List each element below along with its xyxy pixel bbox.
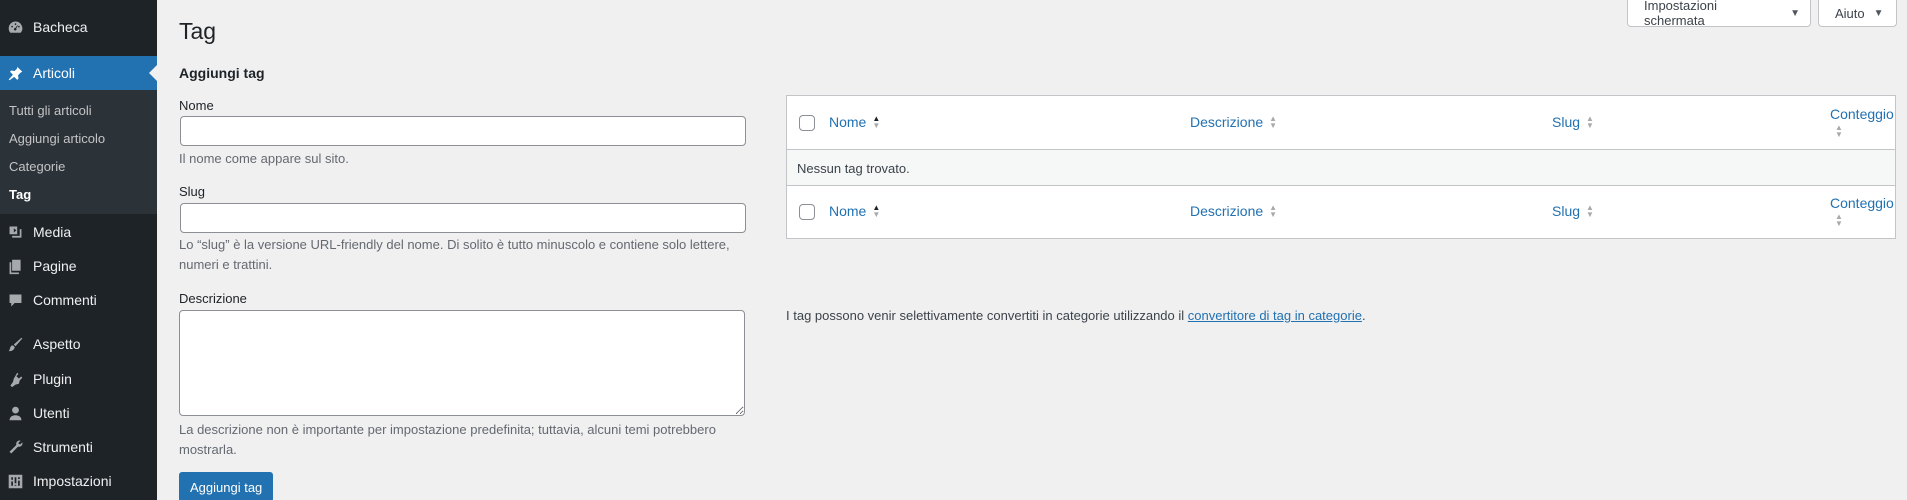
plugin-icon	[6, 370, 24, 388]
description-help-text: La descrizione non è importante per impo…	[179, 422, 716, 457]
articoli-submenu: Tutti gli articoli Aggiungi articolo Cat…	[0, 90, 157, 214]
menu-label: Commenti	[33, 292, 97, 308]
sort-arrows-icon: ▲ ▼	[1269, 203, 1278, 219]
table-row: Nessun tag trovato.	[787, 150, 1895, 186]
slug-help-text: Lo “slug” è la versione URL-friendly del…	[179, 237, 730, 272]
column-conteggio[interactable]: Conteggio ▲ ▼	[1830, 106, 1894, 139]
converter-note: I tag possono venir selettivamente conve…	[786, 308, 1366, 323]
column-label: Conteggio	[1830, 195, 1894, 211]
menu-label: Pagine	[33, 258, 77, 274]
column-label: Nome	[829, 114, 867, 130]
dashboard-icon	[6, 18, 24, 36]
column-label: Descrizione	[1190, 203, 1264, 219]
column-label: Descrizione	[1190, 114, 1264, 130]
users-icon	[6, 404, 24, 422]
column-label: Nome	[829, 203, 867, 219]
column-conteggio-footer[interactable]: Conteggio ▲ ▼	[1830, 195, 1894, 228]
column-slug[interactable]: Slug ▲ ▼	[1552, 114, 1594, 130]
slug-input[interactable]	[180, 203, 746, 233]
menu-label: Utenti	[33, 405, 70, 421]
sort-arrows-icon: ▲ ▼	[1835, 123, 1843, 139]
converter-link[interactable]: convertitore di tag in categorie	[1188, 308, 1362, 323]
column-label: Slug	[1552, 114, 1581, 130]
menu-label: Impostazioni	[33, 473, 112, 489]
column-slug-footer[interactable]: Slug ▲ ▼	[1552, 203, 1594, 219]
menu-item-utenti[interactable]: Utenti	[0, 396, 157, 430]
menu-item-strumenti[interactable]: Strumenti	[0, 430, 157, 464]
comments-icon	[6, 291, 24, 309]
form-title: Aggiungi tag	[179, 65, 265, 81]
caret-down-icon: ▼	[1873, 7, 1884, 19]
column-label: Slug	[1552, 203, 1581, 219]
help-label: Aiuto	[1835, 5, 1865, 21]
wrench-icon	[6, 438, 24, 456]
column-label: Conteggio	[1830, 106, 1894, 122]
description-label: Descrizione	[179, 291, 247, 306]
tags-table: Nome ▲ ▼ Descrizione ▲ ▼ Slug ▲ ▼ Conteggio…	[786, 95, 1896, 239]
column-descrizione-footer[interactable]: Descrizione ▲ ▼	[1190, 203, 1277, 219]
table-header-row: Nome ▲ ▼ Descrizione ▲ ▼ Slug ▲ ▼ Conteggio…	[787, 96, 1895, 150]
page-title: Tag	[179, 18, 217, 44]
menu-item-bacheca[interactable]: Bacheca	[0, 10, 157, 44]
name-input[interactable]	[180, 116, 746, 146]
select-all-checkbox[interactable]	[799, 115, 815, 131]
menu-item-impostazioni[interactable]: Impostazioni	[0, 464, 157, 498]
screen-options-button[interactable]: Impostazioni schermata ▼	[1627, 0, 1811, 28]
menu-item-aspetto[interactable]: Aspetto	[0, 327, 157, 361]
submenu-item-tag[interactable]: Tag	[9, 187, 31, 202]
table-footer-row: Nome ▲ ▼ Descrizione ▲ ▼ Slug ▲ ▼ Conteggio…	[787, 186, 1895, 239]
menu-label: Plugin	[33, 371, 72, 387]
menu-label: Media	[33, 224, 72, 240]
menu-label: Aspetto	[33, 336, 81, 352]
sort-arrows-icon: ▲ ▼	[872, 114, 881, 130]
settings-icon	[6, 472, 24, 490]
converter-note-end: .	[1361, 308, 1366, 323]
no-tags-message: Nessun tag trovato.	[797, 161, 910, 176]
column-nome[interactable]: Nome ▲ ▼	[829, 114, 880, 130]
sort-arrows-icon: ▲ ▼	[872, 203, 881, 219]
screen-options-label: Impostazioni schermata	[1644, 0, 1717, 28]
submenu-item-tutti-gli-articoli[interactable]: Tutti gli articoli	[9, 103, 92, 118]
menu-item-media[interactable]: Media	[0, 215, 157, 249]
submenu-item-categorie[interactable]: Categorie	[9, 159, 65, 174]
menu-item-commenti[interactable]: Commenti	[0, 283, 157, 317]
menu-item-pagine[interactable]: Pagine	[0, 249, 157, 283]
name-help-text: Il nome come appare sul sito.	[179, 151, 349, 166]
sort-arrows-icon: ▲ ▼	[1586, 203, 1594, 219]
caret-down-icon: ▼	[1790, 7, 1800, 19]
add-tag-button[interactable]: Aggiungi tag	[179, 472, 274, 500]
menu-label: Strumenti	[33, 439, 93, 455]
converter-note-text: I tag possono venir selettivamente conve…	[786, 308, 1188, 323]
menu-item-plugin[interactable]: Plugin	[0, 362, 157, 396]
media-icon	[6, 223, 24, 241]
name-label: Nome	[179, 98, 214, 113]
menu-item-articoli[interactable]: Articoli	[0, 56, 157, 90]
select-all-checkbox-footer[interactable]	[799, 204, 815, 220]
sort-arrows-icon: ▲ ▼	[1835, 212, 1843, 228]
admin-sidebar: Bacheca Articoli Tutti gli articoli Aggi…	[0, 0, 157, 500]
description-textarea[interactable]	[179, 310, 745, 416]
menu-label: Bacheca	[33, 19, 88, 35]
slug-label: Slug	[179, 184, 206, 199]
column-descrizione[interactable]: Descrizione ▲ ▼	[1190, 114, 1277, 130]
submenu-item-aggiungi-articolo[interactable]: Aggiungi articolo	[9, 131, 105, 146]
column-nome-footer[interactable]: Nome ▲ ▼	[829, 203, 880, 219]
brush-icon	[6, 335, 24, 353]
pages-icon	[6, 257, 24, 275]
sort-arrows-icon: ▲ ▼	[1586, 114, 1594, 130]
help-button[interactable]: Aiuto ▼	[1818, 0, 1897, 27]
pin-icon	[6, 64, 24, 82]
menu-label: Articoli	[33, 65, 76, 81]
sort-arrows-icon: ▲ ▼	[1269, 114, 1278, 130]
